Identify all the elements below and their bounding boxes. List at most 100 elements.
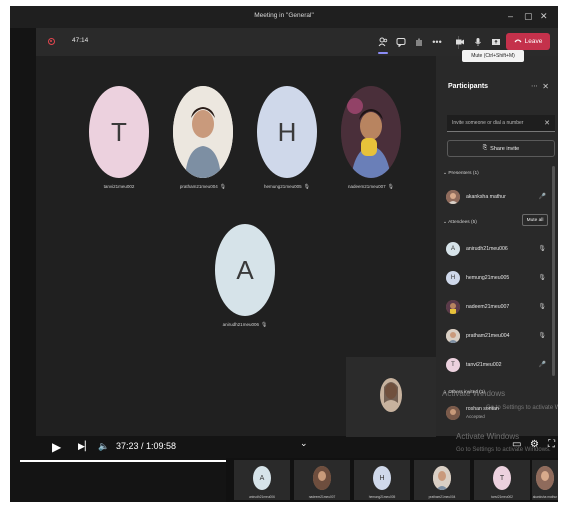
participants-panel: Participants ⋯ ✕ Invite someone or dial … bbox=[436, 56, 558, 436]
participant-tile[interactable]: pratham21meu004 🎙 bbox=[158, 86, 248, 190]
participant-row[interactable]: pratham21meu004 🎙 bbox=[446, 329, 556, 347]
participant-name: tanvi21meu002 bbox=[103, 184, 135, 189]
avatar bbox=[446, 300, 460, 314]
mic-off-icon: 🎙 bbox=[303, 184, 310, 190]
recording-icon bbox=[48, 38, 55, 45]
avatar bbox=[446, 406, 460, 420]
presenters-header[interactable]: ⌄ Presenters (1) bbox=[443, 171, 479, 176]
mic-icon: 🎤 bbox=[538, 194, 546, 200]
strip-tile[interactable]: nadeem21meu007 bbox=[294, 460, 350, 500]
mic-off-icon: 🎙 bbox=[219, 184, 227, 190]
strip-name: pratham21meu004 bbox=[428, 495, 456, 499]
avatar: A bbox=[215, 224, 275, 316]
share-icon: ⎘ bbox=[482, 145, 488, 151]
invite-input[interactable]: Invite someone or dial a number ✕ bbox=[447, 115, 555, 132]
participant-name: anirudh21meu006 bbox=[466, 246, 508, 252]
avatar-photo bbox=[433, 466, 451, 490]
participant-name: hemung21meu005 bbox=[466, 275, 510, 281]
chat-icon[interactable] bbox=[393, 34, 409, 50]
participant-tile[interactable]: H hemung21meu005 🎙 bbox=[242, 86, 332, 190]
participant-tile[interactable]: A anirudh21meu006 🎙 bbox=[200, 224, 290, 328]
minimize-button[interactable]: – bbox=[508, 11, 513, 21]
strip-name: nadeem21meu007 bbox=[308, 495, 336, 499]
participant-row[interactable]: A anirudh21meu006 🎙 bbox=[446, 242, 556, 260]
raise-hand-icon[interactable] bbox=[411, 34, 427, 50]
attendees-header[interactable]: ⌄ Attendees (5) bbox=[443, 220, 477, 225]
strip-name: hemung21meu005 bbox=[368, 495, 396, 499]
avatar: T bbox=[89, 86, 149, 178]
avatar bbox=[446, 190, 460, 204]
avatar-photo bbox=[536, 466, 554, 490]
participant-name: anirudh21meu006 bbox=[222, 322, 259, 327]
strip-tile[interactable]: A anirudh21meu006 bbox=[234, 460, 290, 500]
share-invite-label: Share invite bbox=[490, 145, 520, 152]
cc-icon[interactable]: ▭ bbox=[512, 439, 521, 450]
strip-name: tanvi21meu002 bbox=[491, 495, 513, 499]
avatar: A bbox=[446, 242, 460, 256]
participant-strip: A anirudh21meu006 nadeem21meu007 H hemun… bbox=[226, 458, 558, 502]
avatar-photo bbox=[341, 86, 401, 178]
panel-scrollbar[interactable] bbox=[552, 166, 555, 376]
strip-tile[interactable]: akanksha mathur bbox=[532, 460, 558, 500]
avatar-photo bbox=[173, 86, 233, 178]
participants-icon[interactable] bbox=[375, 34, 391, 54]
mic-icon: 🎤 bbox=[538, 362, 546, 368]
participant-tile[interactable]: T tanvi21meu002 bbox=[74, 86, 164, 189]
activate-windows-hint: Go to Settings to activate Windows. bbox=[486, 405, 558, 411]
maximize-button[interactable]: ▢ bbox=[524, 11, 533, 22]
avatar: T bbox=[446, 358, 460, 372]
invite-placeholder: Invite someone or dial a number bbox=[452, 120, 524, 126]
self-view-photo bbox=[346, 357, 436, 437]
video-player-controls: ▶ ▶▏ 🔈 37:23 / 1:09:58 ⌄ ▭ ⚙ ⛶ bbox=[36, 436, 558, 458]
mic-off-icon: 🎙 bbox=[260, 322, 268, 328]
activate-windows-watermark: Activate Windows bbox=[442, 389, 506, 398]
strip-tile[interactable]: pratham21meu004 bbox=[414, 460, 470, 500]
participant-name: tanvi21meu002 bbox=[466, 362, 502, 368]
meeting-timer: 47:14 bbox=[72, 37, 89, 44]
avatar: H bbox=[373, 466, 391, 490]
strip-tile[interactable]: T tanvi21meu002 bbox=[474, 460, 530, 500]
mic-icon[interactable] bbox=[470, 34, 486, 50]
mic-off-icon: 🎙 bbox=[538, 275, 546, 281]
share-invite-button[interactable]: ⎘ Share invite bbox=[447, 140, 555, 157]
participant-row[interactable]: H hemung21meu005 🎙 bbox=[446, 271, 556, 289]
avatar: H bbox=[446, 271, 460, 285]
participant-name: nadeem21meu007 bbox=[466, 304, 510, 310]
invite-status: Accepted bbox=[466, 414, 485, 419]
clear-icon[interactable]: ✕ bbox=[544, 115, 550, 132]
mic-off-icon: 🎙 bbox=[387, 184, 394, 190]
fullscreen-icon[interactable]: ⛶ bbox=[548, 439, 555, 450]
share-screen-icon[interactable] bbox=[488, 34, 504, 50]
participant-row[interactable]: akanksha mathur 🎤 bbox=[446, 190, 556, 208]
participant-tile[interactable]: nadeem21meu007 🎙 bbox=[326, 86, 416, 190]
participant-name: pratham21meu004 bbox=[466, 333, 510, 339]
mic-off-icon: 🎙 bbox=[538, 246, 546, 252]
strip-tile[interactable]: H hemung21meu005 bbox=[354, 460, 410, 500]
more-icon[interactable]: ⋯ bbox=[531, 82, 538, 90]
participant-name: hemung21meu005 bbox=[264, 184, 302, 189]
volume-icon[interactable]: 🔈 bbox=[98, 441, 109, 452]
leave-button[interactable]: Leave bbox=[506, 33, 550, 50]
avatar-photo bbox=[313, 466, 331, 490]
playback-time: 37:23 / 1:09:58 bbox=[116, 441, 177, 451]
play-icon[interactable]: ▶ bbox=[52, 440, 61, 454]
avatar bbox=[446, 329, 460, 343]
close-window-button[interactable]: ✕ bbox=[540, 11, 548, 22]
avatar: H bbox=[257, 86, 317, 178]
close-panel-icon[interactable]: ✕ bbox=[542, 82, 549, 91]
camera-icon[interactable] bbox=[452, 34, 468, 50]
more-options-icon[interactable]: ••• bbox=[429, 34, 445, 50]
participant-row[interactable]: T tanvi21meu002 🎤 bbox=[446, 358, 556, 376]
mic-off-icon: 🎙 bbox=[538, 333, 546, 339]
self-view-video[interactable] bbox=[346, 357, 436, 437]
panel-title: Participants bbox=[448, 83, 489, 90]
chevron-down-icon[interactable]: ⌄ bbox=[300, 438, 308, 449]
participant-row[interactable]: nadeem21meu007 🎙 bbox=[446, 300, 556, 318]
mute-all-button[interactable]: Mute all bbox=[522, 214, 548, 226]
participant-name: nadeem21meu007 bbox=[348, 184, 386, 189]
title-bar: Meeting in "General" – ▢ ✕ bbox=[10, 6, 558, 28]
next-icon[interactable]: ▶▏ bbox=[78, 441, 92, 452]
mic-off-icon: 🎙 bbox=[538, 304, 546, 310]
avatar: T bbox=[493, 466, 511, 490]
settings-gear-icon[interactable]: ⚙ bbox=[530, 439, 539, 450]
